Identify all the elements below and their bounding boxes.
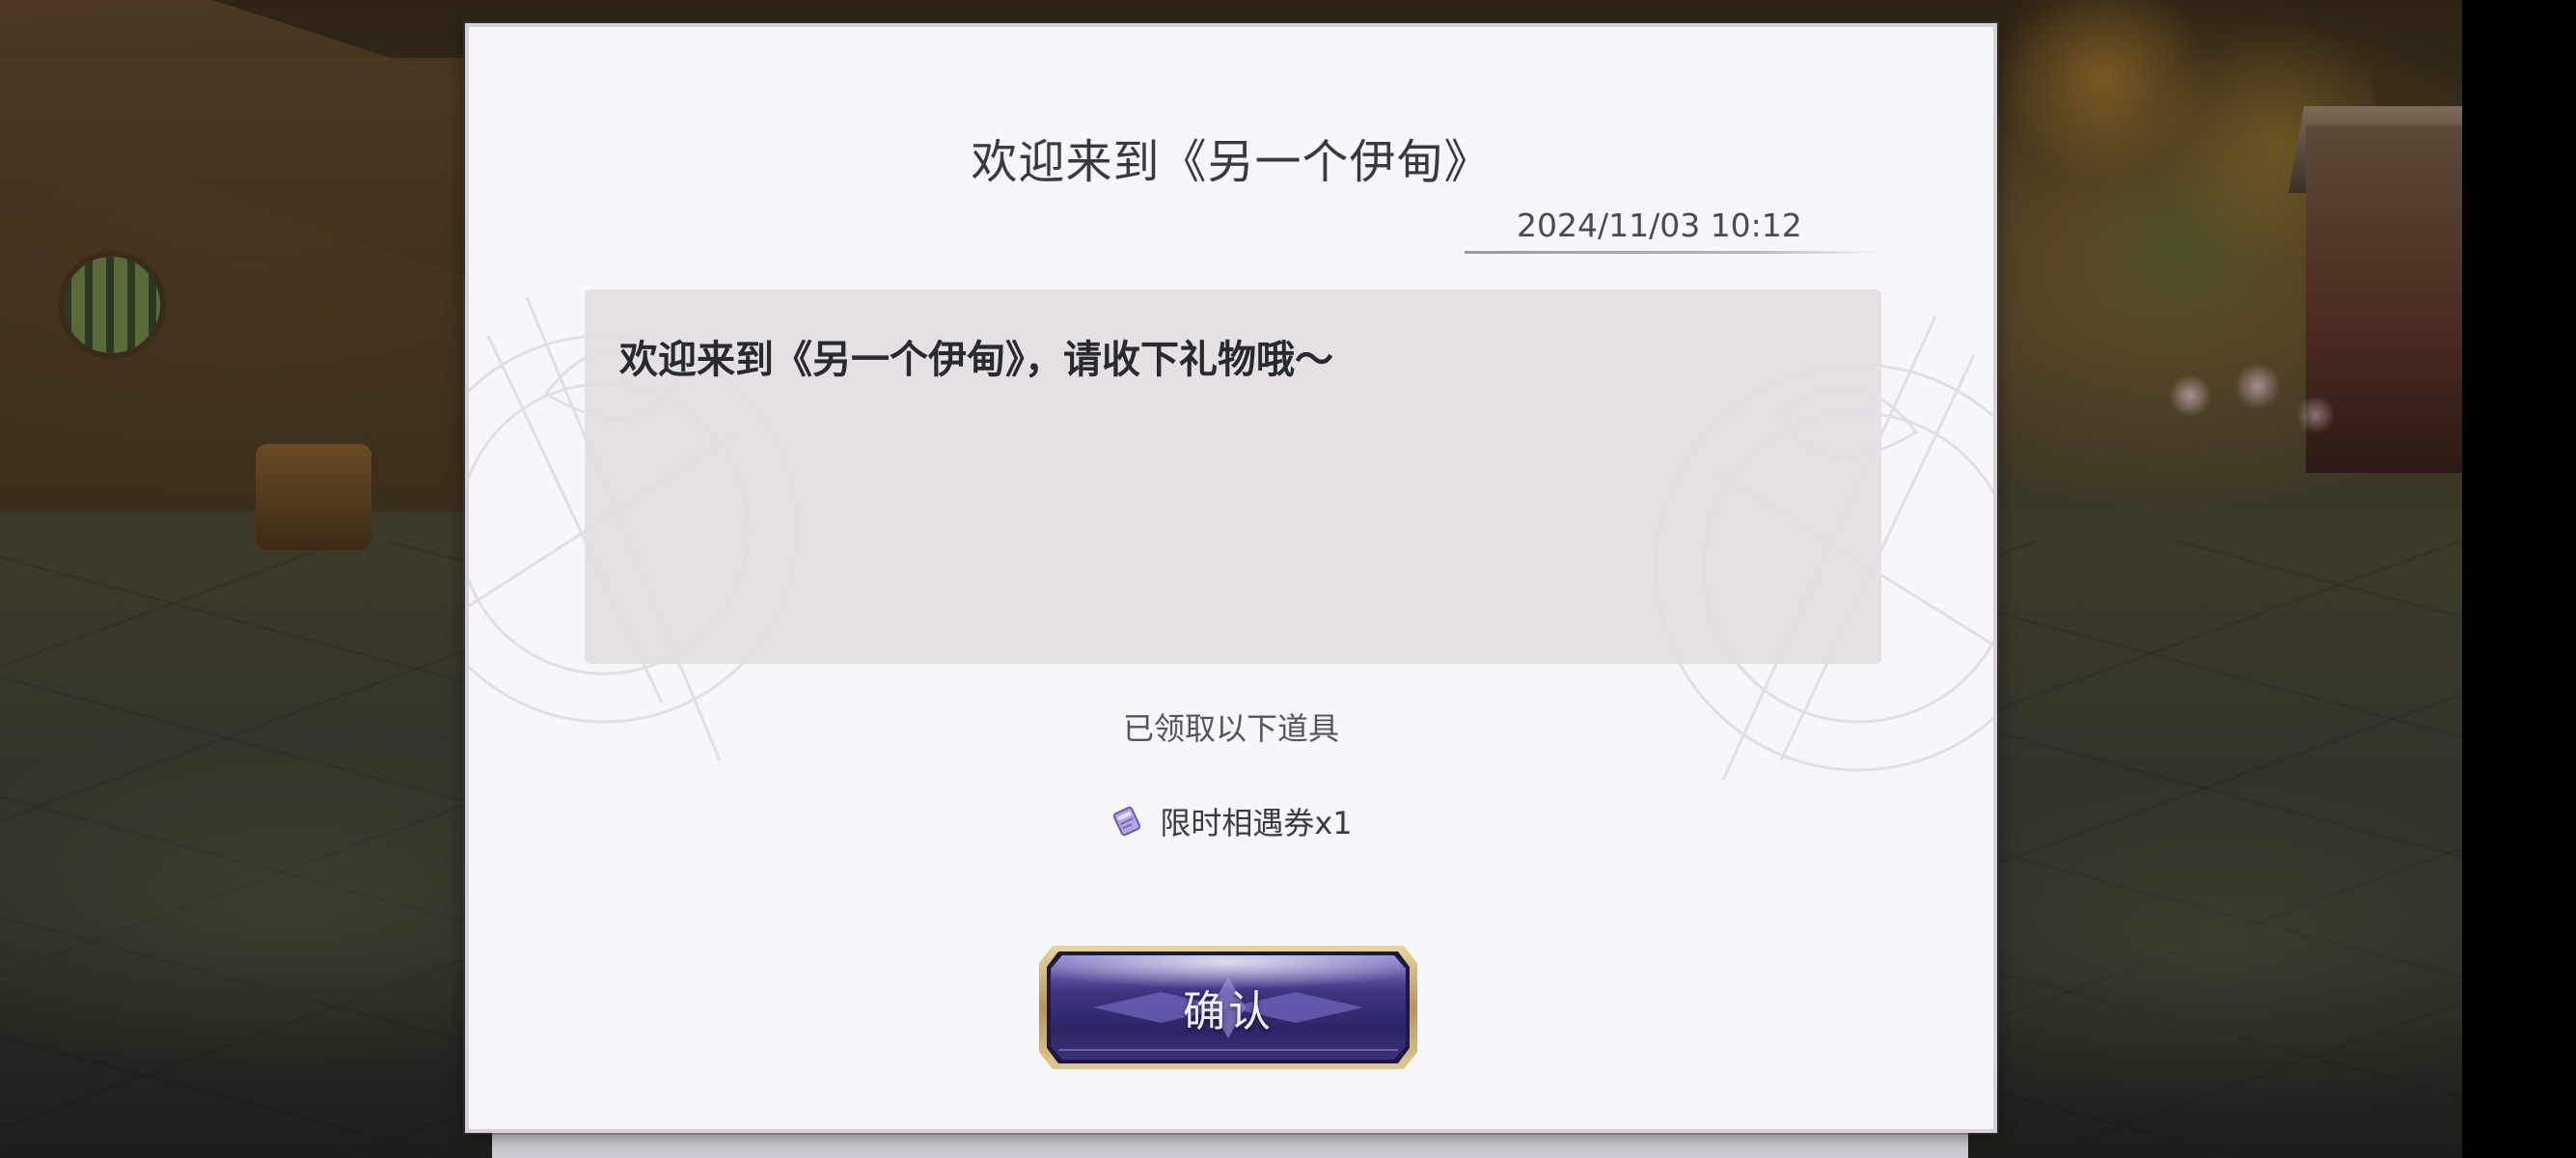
- date-underline: [1465, 251, 1879, 254]
- mail-title: 欢迎来到《另一个伊甸》: [971, 135, 1492, 189]
- message-text: 欢迎来到《另一个伊甸》，请收下礼物哦～: [619, 338, 1333, 382]
- game-screen: 欢迎来到《另一个伊甸》 2024/11/03 10:12 欢迎来到《另一个伊甸》…: [0, 0, 2576, 1158]
- confirm-button[interactable]: 确认: [1035, 942, 1421, 1073]
- screen-edge-bar: [2462, 0, 2576, 1158]
- round-window: [58, 251, 166, 359]
- reward-item: 限时相遇券x1: [469, 799, 1993, 843]
- reward-item-label: 限时相遇券x1: [1160, 805, 1353, 841]
- received-items-label: 已领取以下道具: [1122, 710, 1339, 747]
- barrel: [256, 444, 371, 550]
- confirm-button-label: 确认: [1183, 987, 1274, 1036]
- message-box: 欢迎来到《另一个伊甸》，请收下礼物哦～: [585, 290, 1881, 664]
- ticket-icon: [1113, 806, 1141, 837]
- dialog-under-panel: [492, 1129, 1968, 1158]
- flowers: [2151, 347, 2364, 454]
- mail-date: 2024/11/03 10:12: [1517, 207, 1802, 244]
- mail-dialog: 欢迎来到《另一个伊甸》 2024/11/03 10:12 欢迎来到《另一个伊甸》…: [465, 23, 1997, 1133]
